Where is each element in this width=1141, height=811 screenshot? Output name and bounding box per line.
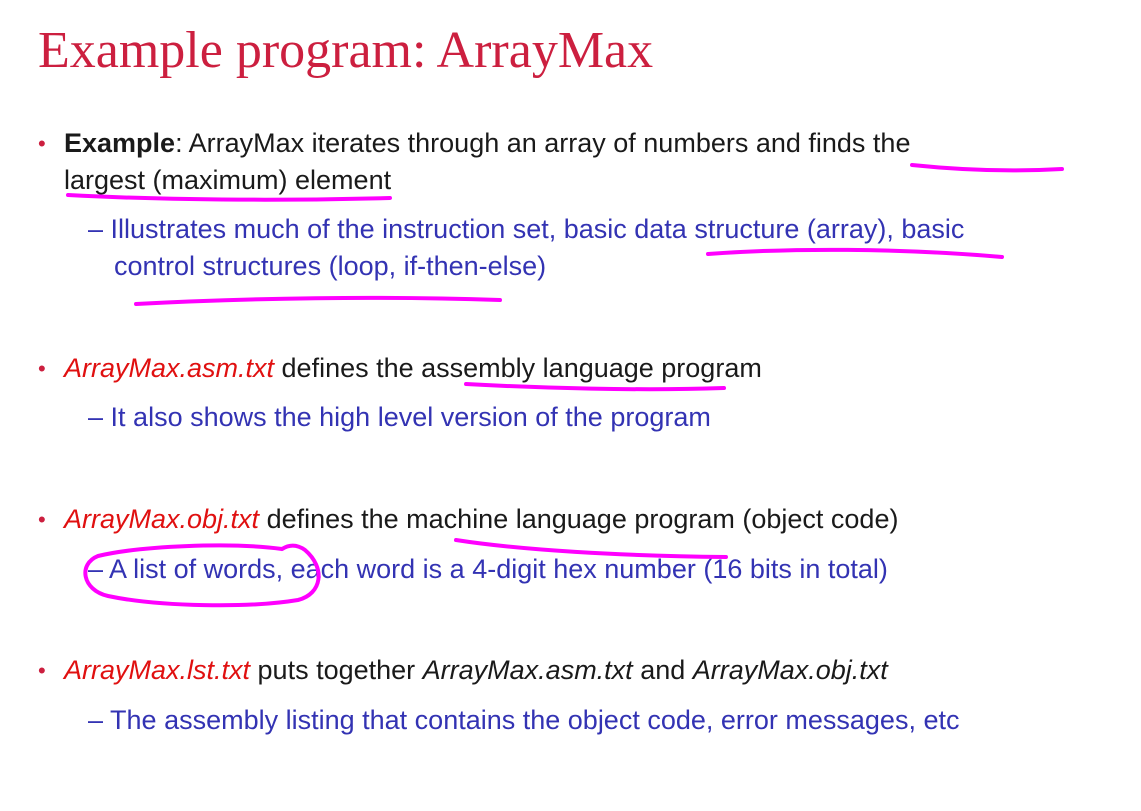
bullet-3-filename: ArrayMax.obj.txt (64, 504, 260, 534)
sub-dash: – (88, 705, 104, 735)
bullet-marker-2: • (38, 356, 46, 381)
bullet-3-text: defines the machine language program (ob… (259, 504, 899, 534)
underline-control-structures (134, 295, 502, 306)
bullet-4-file-a: ArrayMax.asm.txt (422, 655, 633, 685)
bullet-3-sub-text: A list of words, each word is a 4-digit … (109, 554, 888, 584)
bullet-1-sub-line-2: control structures (loop, if-then-else) (114, 251, 547, 281)
slide-title: Example program: ArrayMax (38, 22, 654, 79)
bullet-2-sub-line: – It also shows the high level version o… (88, 402, 711, 433)
bullet-1-colon: : (175, 128, 183, 158)
bullet-marker-4: • (38, 658, 46, 683)
sub-dash: – (88, 214, 104, 244)
underline-finds-the (910, 163, 1064, 173)
bullet-4-sub-text: The assembly listing that contains the o… (110, 705, 960, 735)
bullet-3-line: ArrayMax.obj.txt defines the machine lan… (64, 504, 898, 535)
bullet-4-line: ArrayMax.lst.txt puts together ArrayMax.… (64, 655, 888, 686)
bullet-4-text-b: and (632, 655, 693, 685)
sub-dash: – (88, 554, 104, 584)
sub-dash: – (88, 402, 104, 432)
bullet-4-text-a: puts together (250, 655, 423, 685)
bullet-4-sub-line: – The assembly listing that contains the… (88, 705, 959, 736)
bullet-1-sub-line-1: – Illustrates much of the instruction se… (88, 214, 964, 245)
bullet-3-sub-line: – A list of words, each word is a 4-digi… (88, 554, 888, 585)
underline-data-structure (706, 247, 1004, 259)
bullet-4-file-b: ArrayMax.obj.txt (692, 655, 888, 685)
bullet-2-line: ArrayMax.asm.txt defines the assembly la… (64, 353, 762, 384)
bullet-1-lead: Example (64, 128, 176, 158)
bullet-2-text: defines the assembly language program (274, 353, 762, 383)
bullet-4-filename: ArrayMax.lst.txt (64, 655, 251, 685)
bullet-1-text: ArrayMax iterates through an array of nu… (182, 128, 911, 158)
bullet-marker-3: • (38, 507, 46, 532)
bullet-2-filename: ArrayMax.asm.txt (64, 353, 275, 383)
bullet-1-line-2: largest (maximum) element (64, 165, 392, 195)
bullet-1-sub-text-1: Illustrates much of the instruction set,… (110, 214, 965, 244)
bullet-marker-1: • (38, 131, 46, 156)
bullet-2-sub-text: It also shows the high level version of … (110, 402, 711, 432)
bullet-1-line-1: Example: ArrayMax iterates through an ar… (64, 128, 910, 159)
underline-assembly-language (464, 382, 726, 392)
